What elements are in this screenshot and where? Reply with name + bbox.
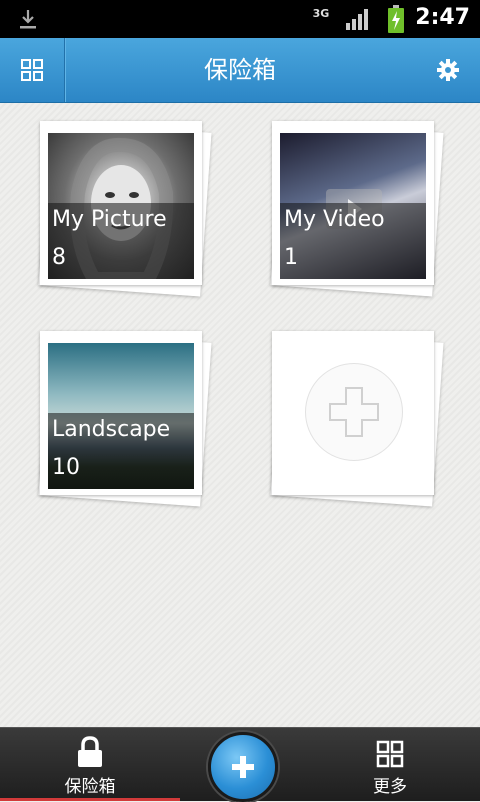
download-icon <box>20 10 36 29</box>
album-name: My Picture <box>52 207 167 232</box>
album-name: My Video <box>284 207 385 232</box>
status-time: 2:47 <box>415 5 470 30</box>
nav-label: 更多 <box>373 777 407 797</box>
plus-icon <box>329 387 379 437</box>
album-count: 8 <box>52 245 66 270</box>
album-count: 1 <box>284 245 298 270</box>
nav-safe-box[interactable]: 保险箱 <box>0 728 180 801</box>
album-thumbnail: My Picture 8 <box>48 133 194 279</box>
settings-button[interactable] <box>416 38 480 102</box>
album-name: Landscape <box>52 417 171 442</box>
page-title: 保险箱 <box>204 56 276 84</box>
album-card-my-picture[interactable]: My Picture 8 <box>38 121 216 299</box>
signal-icon <box>346 9 368 30</box>
gear-icon <box>437 59 459 81</box>
album-card-my-video[interactable]: My Video 1 <box>270 121 448 299</box>
nav-more[interactable]: 更多 <box>300 728 480 801</box>
battery-charging-icon <box>388 5 404 33</box>
title-bar: 保险箱 <box>0 38 480 103</box>
lock-icon <box>78 736 102 767</box>
plus-icon <box>232 756 254 778</box>
nav-label: 保险箱 <box>64 777 116 797</box>
grid-icon <box>376 740 404 768</box>
grid-menu-button[interactable] <box>0 38 65 102</box>
album-count: 10 <box>52 455 80 480</box>
album-grid: My Picture 8 My Video 1 Landscape 10 <box>0 103 480 727</box>
album-thumbnail: My Video 1 <box>280 133 426 279</box>
status-bar: 3G 2:47 <box>0 0 480 38</box>
add-album-card[interactable] <box>270 331 448 509</box>
add-album-button[interactable] <box>305 363 403 461</box>
grid-icon <box>21 59 43 81</box>
album-thumbnail: Landscape 10 <box>48 343 194 489</box>
album-card-landscape[interactable]: Landscape 10 <box>38 331 216 509</box>
network-type: 3G <box>312 7 330 20</box>
add-fab-button[interactable] <box>208 732 278 802</box>
